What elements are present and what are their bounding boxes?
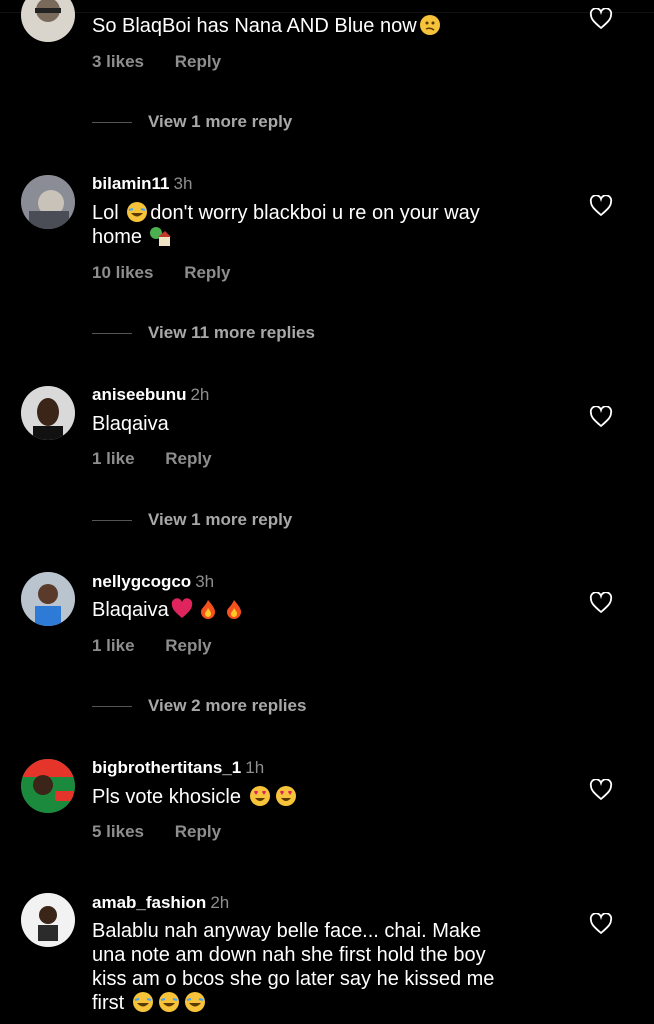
comment-text: Lol don't worry blackboi u re on your wa… [92,202,480,248]
comment-meta: bilamin11 3h [92,174,192,194]
top-divider [0,0,654,13]
house-with-garden-emoji [149,227,171,246]
likes-count[interactable]: 3 likes [92,52,144,71]
comment-text: So BlaqBoi has Nana AND Blue now [92,14,562,38]
heart-outline-icon[interactable] [589,8,613,30]
face-with-tears-of-joy-emoji [132,992,153,1012]
face-with-tears-of-joy-emoji [158,992,179,1012]
comment-text: Blaqaiva [92,598,562,622]
heart-outline-icon[interactable] [589,779,613,801]
reply-button[interactable]: Reply [165,449,211,468]
view-replies-button[interactable]: View 2 more replies [92,696,306,716]
view-replies-button[interactable]: View 1 more reply [92,510,292,530]
red-heart-emoji [171,598,192,618]
timestamp: 2h [210,893,230,912]
fire-emoji [200,600,215,619]
comment-actions: 1 like Reply [92,449,238,469]
avatar[interactable] [21,759,75,813]
comment-text: Blaqaiva [92,413,169,435]
likes-count[interactable]: 1 like [92,449,135,468]
fire-emoji [226,600,241,619]
comment-meta: amab_fashion 2h [92,893,229,913]
reply-button[interactable]: Reply [175,822,221,841]
avatar[interactable] [21,386,75,440]
avatar[interactable] [21,572,75,626]
comment-actions: 1 like Reply [92,636,238,656]
face-with-tears-of-joy-emoji [184,992,205,1012]
timestamp: 2h [190,385,210,404]
face-with-tears-of-joy-emoji [127,202,148,222]
divider-line [92,705,132,707]
divider-line [92,121,132,123]
reply-button[interactable]: Reply [175,52,221,71]
likes-count[interactable]: 1 like [92,636,135,655]
likes-count[interactable]: 5 likes [92,822,144,841]
username[interactable]: nellygcogco [92,572,191,591]
timestamp: 3h [195,572,215,591]
comment-text: Balablu nah anyway belle face... chai. M… [92,920,495,1014]
likes-count[interactable]: 10 likes [92,263,153,282]
comment-actions: 10 likes Reply [92,263,256,283]
view-replies-label: View 11 more replies [148,323,315,342]
thinking-face-emoji [419,15,440,35]
avatar[interactable] [21,175,75,229]
reply-button[interactable]: Reply [184,263,230,282]
comment-meta: nellygcogco 3h [92,572,214,592]
comment-actions: 5 likes Reply [92,822,247,842]
heart-outline-icon[interactable] [589,195,613,217]
comment-meta: bigbrothertitans_1 1h [92,758,264,778]
avatar[interactable] [21,0,75,42]
reply-button[interactable]: Reply [165,636,211,655]
heart-outline-icon[interactable] [589,913,613,935]
username[interactable]: amab_fashion [92,893,206,912]
divider-line [92,332,132,334]
heart-outline-icon[interactable] [589,592,613,614]
view-replies-label: View 2 more replies [148,696,307,715]
username[interactable]: aniseebunu [92,385,186,404]
timestamp: 1h [245,758,265,777]
username[interactable]: bilamin11 [92,174,169,193]
heart-eyes-emoji [249,786,270,806]
view-replies-label: View 1 more reply [148,112,293,131]
username[interactable]: bigbrothertitans_1 [92,758,241,777]
timestamp: 3h [173,174,193,193]
view-replies-button[interactable]: View 1 more reply [92,112,292,132]
heart-eyes-emoji [275,786,296,806]
divider-line [92,519,132,521]
comment-text: Pls vote khosicle [92,785,562,809]
comment-actions: 3 likes Reply [92,52,247,72]
view-replies-button[interactable]: View 11 more replies [92,323,315,343]
heart-outline-icon[interactable] [589,406,613,428]
comment-meta: aniseebunu 2h [92,385,209,405]
view-replies-label: View 1 more reply [148,510,293,529]
avatar[interactable] [21,893,75,947]
